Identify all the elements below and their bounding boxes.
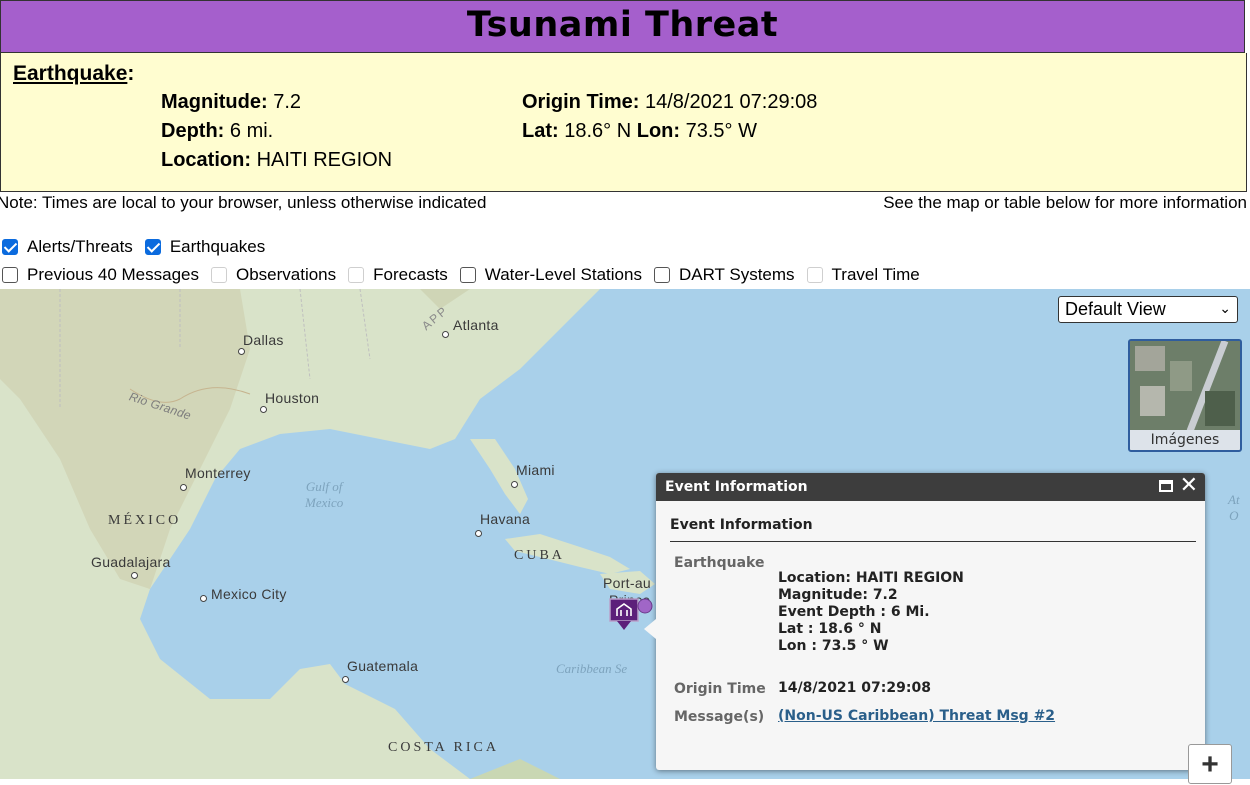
city-label-monterrey: Monterrey	[185, 465, 251, 481]
magnitude-row: Magnitude: 7.2	[161, 91, 302, 113]
coordinates-row: Lat: 18.6° N Lon: 73.5° W	[522, 120, 757, 142]
checkbox-disabled[interactable]	[210, 267, 227, 283]
popup-lat: Lat : 18.6 ° N	[778, 621, 882, 637]
city-label-dallas: Dallas	[243, 332, 284, 348]
alerts-threats-toggle[interactable]: Alerts/Threats	[2, 237, 133, 257]
popup-subtitle: Event Information	[670, 517, 813, 533]
observations-toggle[interactable]: Observations	[210, 265, 336, 285]
checkbox[interactable]	[2, 267, 18, 283]
city-label-houston: Houston	[265, 390, 320, 406]
page-title: Tsunami Threat	[466, 5, 779, 45]
depth-row: Depth: 6 mi.	[161, 120, 274, 142]
city-marker	[238, 348, 245, 355]
city-marker	[260, 406, 267, 413]
dart-systems-toggle[interactable]: DART Systems	[653, 265, 795, 285]
water-label-caribbean: Caribbean Se	[556, 661, 628, 676]
popup-magnitude: Magnitude: 7.2	[778, 587, 898, 603]
checkbox-disabled[interactable]	[348, 267, 365, 283]
magnitude-value: 7.2	[273, 91, 302, 113]
city-marker	[342, 676, 349, 683]
origin-time-row: Origin Time: 14/8/2021 07:29:08	[522, 91, 818, 113]
popup-location: Location: HAITI REGION	[778, 570, 964, 586]
earthquake-key: Earthquake	[674, 555, 765, 571]
lat-value: 18.6° N	[564, 120, 632, 142]
basemap-toggle-imagery[interactable]: Imágenes	[1128, 339, 1242, 452]
city-marker	[180, 484, 187, 491]
checkbox[interactable]	[459, 267, 476, 283]
maximize-icon[interactable]	[1159, 480, 1173, 492]
city-marker	[511, 481, 518, 488]
city-label-atlanta: Atlanta	[453, 317, 499, 333]
forecasts-toggle[interactable]: Forecasts	[348, 265, 448, 285]
location-value: HAITI REGION	[256, 149, 393, 171]
info-note: See the map or table below for more info…	[883, 193, 1247, 212]
popup-title: Event Information	[665, 479, 808, 495]
earthquakes-toggle[interactable]: Earthquakes	[144, 237, 265, 257]
event-info-popup: Event Information ✕ Event Information Ea…	[644, 473, 1205, 770]
popup-origin-time: 14/8/2021 07:29:08	[778, 680, 931, 696]
city-label-guatemala: Guatemala	[347, 658, 419, 674]
country-label-cuba: CUBA	[514, 548, 565, 563]
country-label-mexico: MÉXICO	[108, 513, 182, 528]
earthquake-panel: Earthquake: Magnitude: 7.2 Depth: 6 mi. …	[0, 53, 1247, 192]
popup-depth: Event Depth : 6 Mi.	[778, 604, 930, 620]
close-icon[interactable]: ✕	[1180, 472, 1198, 500]
location-row: Location: HAITI REGION	[161, 149, 393, 171]
checkbox-checked[interactable]	[144, 239, 161, 255]
layer-toggles-row-1: Alerts/Threats Earthquakes	[2, 237, 277, 257]
messages-key: Message(s)	[674, 709, 765, 725]
basemap-label: Imágenes	[1130, 430, 1240, 450]
depth-value: 6 mi.	[229, 120, 274, 142]
chevron-down-icon: ⌄	[1219, 300, 1231, 316]
city-marker	[475, 530, 482, 537]
view-select[interactable]: Default View ⌄	[1058, 296, 1238, 323]
country-label-costa-rica: COSTA RICA	[388, 740, 499, 755]
previous-messages-toggle[interactable]: Previous 40 Messages	[2, 265, 199, 285]
city-marker	[442, 331, 449, 338]
city-label-mexico-city: Mexico City	[211, 586, 287, 602]
travel-time-toggle[interactable]: Travel Time	[806, 265, 920, 285]
water-level-stations-toggle[interactable]: Water-Level Stations	[459, 265, 642, 285]
threat-banner: Tsunami Threat	[0, 0, 1245, 53]
lon-value: 73.5° W	[685, 120, 757, 142]
checkbox-checked[interactable]	[2, 239, 18, 255]
popup-title-bar: Event Information ✕	[656, 473, 1205, 501]
water-label-gulf: Gulf of Mexico	[305, 479, 344, 510]
earthquake-heading: Earthquake	[13, 62, 128, 85]
origin-time-value: 14/8/2021 07:29:08	[644, 91, 818, 113]
city-marker	[200, 595, 207, 602]
zoom-in-button[interactable]: +	[1188, 744, 1232, 784]
checkbox-disabled[interactable]	[806, 267, 823, 283]
city-label-port-au-prince: Port-au	[603, 575, 652, 591]
city-label-havana: Havana	[480, 511, 531, 527]
satellite-thumbnail-icon	[1130, 341, 1240, 433]
city-label-guadalajara: Guadalajara	[91, 554, 171, 570]
time-note: Note: Times are local to your browser, u…	[0, 193, 487, 212]
water-label-atlantic: At O	[1228, 492, 1240, 523]
layer-toggles-row-2: Previous 40 Messages Observations Foreca…	[2, 265, 932, 285]
origin-time-key: Origin Time	[674, 681, 766, 697]
popup-lon: Lon : 73.5 ° W	[778, 638, 889, 654]
divider	[670, 541, 1196, 542]
city-marker	[131, 572, 138, 579]
city-label-miami: Miami	[516, 462, 555, 478]
checkbox[interactable]	[653, 267, 670, 283]
threat-message-link[interactable]: (Non-US Caribbean) Threat Msg #2	[778, 708, 1055, 724]
